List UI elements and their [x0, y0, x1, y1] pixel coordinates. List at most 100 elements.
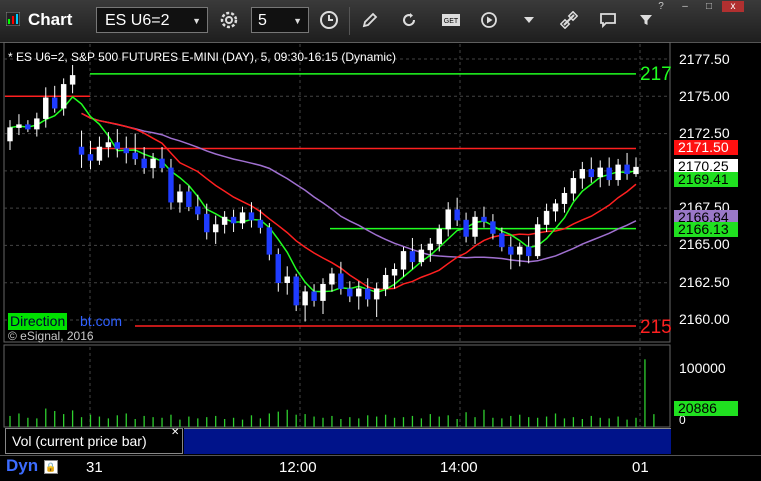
- candle-body: [16, 124, 22, 128]
- price-pane-border: [3, 42, 671, 343]
- watermark-left: Direction: [8, 313, 68, 330]
- candle-body: [400, 251, 407, 270]
- speech-bubble-icon: [600, 13, 616, 29]
- moving-average-green: [9, 95, 637, 294]
- minimize-button[interactable]: –: [674, 1, 696, 12]
- price-tag-green-ma: 2169.41: [674, 172, 738, 187]
- time-tick: 12:00: [279, 459, 317, 476]
- candle-body: [320, 283, 326, 301]
- candle-body: [561, 192, 568, 204]
- candle-body: [60, 84, 67, 109]
- chevron-down-icon: ▼: [192, 16, 201, 26]
- candle-body: [7, 127, 13, 142]
- candle-body: [588, 169, 594, 178]
- clock-icon: [320, 11, 338, 29]
- copyright: © eSignal, 2016: [8, 329, 94, 343]
- interval-value: 5: [258, 12, 267, 29]
- candle-body: [132, 152, 138, 160]
- candle-body: [508, 246, 514, 255]
- candle-body: [43, 97, 49, 119]
- candle-body: [34, 118, 40, 130]
- candle-body: [543, 210, 550, 225]
- candle-body: [186, 191, 192, 207]
- get-icon: GET: [442, 14, 460, 26]
- comment-button[interactable]: [595, 8, 621, 32]
- candle-body: [365, 288, 371, 300]
- candle-body: [266, 227, 273, 255]
- candle-body: [78, 146, 85, 155]
- chevron-down-icon: ▼: [293, 16, 302, 26]
- candle-body: [302, 291, 308, 306]
- close-button[interactable]: x: [722, 1, 744, 12]
- candle-body: [311, 291, 317, 301]
- candle-body: [427, 243, 434, 251]
- window-title: Chart: [28, 10, 73, 29]
- chart-window: Chart ES U6=2 ▼ 5 ▼ GET ? – □ x * ES U6=…: [0, 0, 761, 481]
- candle-body: [338, 273, 344, 289]
- dropdown-arrow-button[interactable]: [516, 8, 542, 32]
- time-tick: 14:00: [440, 459, 478, 476]
- candle-body: [25, 124, 31, 130]
- caret-down-icon: [524, 17, 534, 23]
- candle-body: [114, 142, 121, 149]
- candle-body: [275, 254, 281, 283]
- volume-pane-border: [3, 344, 671, 428]
- candle-body: [168, 167, 174, 203]
- interval-dropdown[interactable]: 5 ▼: [251, 7, 309, 33]
- dynamic-mode-label[interactable]: Dyn: [6, 456, 38, 476]
- level-label-bottom: 215: [640, 317, 672, 338]
- price-tag-red-level: 2171.50: [674, 140, 738, 155]
- candle-body: [204, 213, 210, 233]
- candle-body: [597, 167, 603, 178]
- candle-body: [284, 276, 290, 283]
- candle-body: [481, 216, 487, 222]
- time-tick: 01: [632, 459, 649, 476]
- candle-body: [347, 288, 353, 297]
- settings-gear-button[interactable]: [216, 8, 242, 32]
- candle-body: [633, 166, 639, 175]
- candle-body: [195, 206, 201, 215]
- interval-clock-button[interactable]: [316, 8, 342, 32]
- candle-body: [534, 224, 541, 257]
- chart-area[interactable]: [0, 42, 761, 455]
- chart-legend: * ES U6=2, S&P 500 FUTURES E-MINI (DAY),…: [8, 50, 397, 64]
- volume-tag: 20886: [674, 401, 738, 416]
- candle-body: [105, 142, 112, 148]
- help-button[interactable]: ?: [650, 1, 672, 12]
- candle-body: [293, 276, 299, 306]
- get-data-button[interactable]: GET: [438, 8, 464, 32]
- candle-body: [445, 209, 451, 230]
- price-tick: 2177.50: [679, 51, 730, 67]
- candle-body: [177, 191, 183, 203]
- close-study-icon[interactable]: ✕: [171, 427, 179, 438]
- volume-study-title: Vol (current price bar): [12, 433, 147, 449]
- lock-icon[interactable]: 🔒: [44, 460, 58, 474]
- candle-body: [436, 228, 442, 245]
- candle-body: [230, 216, 237, 224]
- refresh-button[interactable]: [396, 8, 422, 32]
- symbol-dropdown[interactable]: ES U6=2 ▼: [96, 7, 208, 33]
- candle-body: [391, 269, 398, 276]
- candle-body: [248, 212, 255, 221]
- price-tag-green-line: 2166.13: [674, 222, 738, 237]
- candle-body: [87, 154, 94, 161]
- symbol-value: ES U6=2: [105, 12, 170, 29]
- draw-tool-button[interactable]: [357, 8, 383, 32]
- gear-icon: [220, 11, 238, 29]
- study-info-strip: [184, 428, 671, 454]
- svg-text:GET: GET: [444, 18, 459, 25]
- maximize-button[interactable]: □: [698, 1, 720, 12]
- toolbar-divider: [349, 7, 350, 35]
- link-button[interactable]: [556, 8, 582, 32]
- candle-body: [525, 246, 532, 257]
- candle-body: [123, 148, 129, 154]
- candle-body: [454, 209, 460, 221]
- play-button[interactable]: [476, 8, 502, 32]
- volume-study-label[interactable]: Vol (current price bar): [5, 428, 183, 454]
- moving-average-red: [81, 112, 637, 291]
- candle-body: [490, 221, 496, 234]
- candle-body: [472, 216, 478, 237]
- play-icon: [481, 12, 497, 28]
- candle-body: [52, 97, 58, 109]
- candle-body: [329, 273, 335, 285]
